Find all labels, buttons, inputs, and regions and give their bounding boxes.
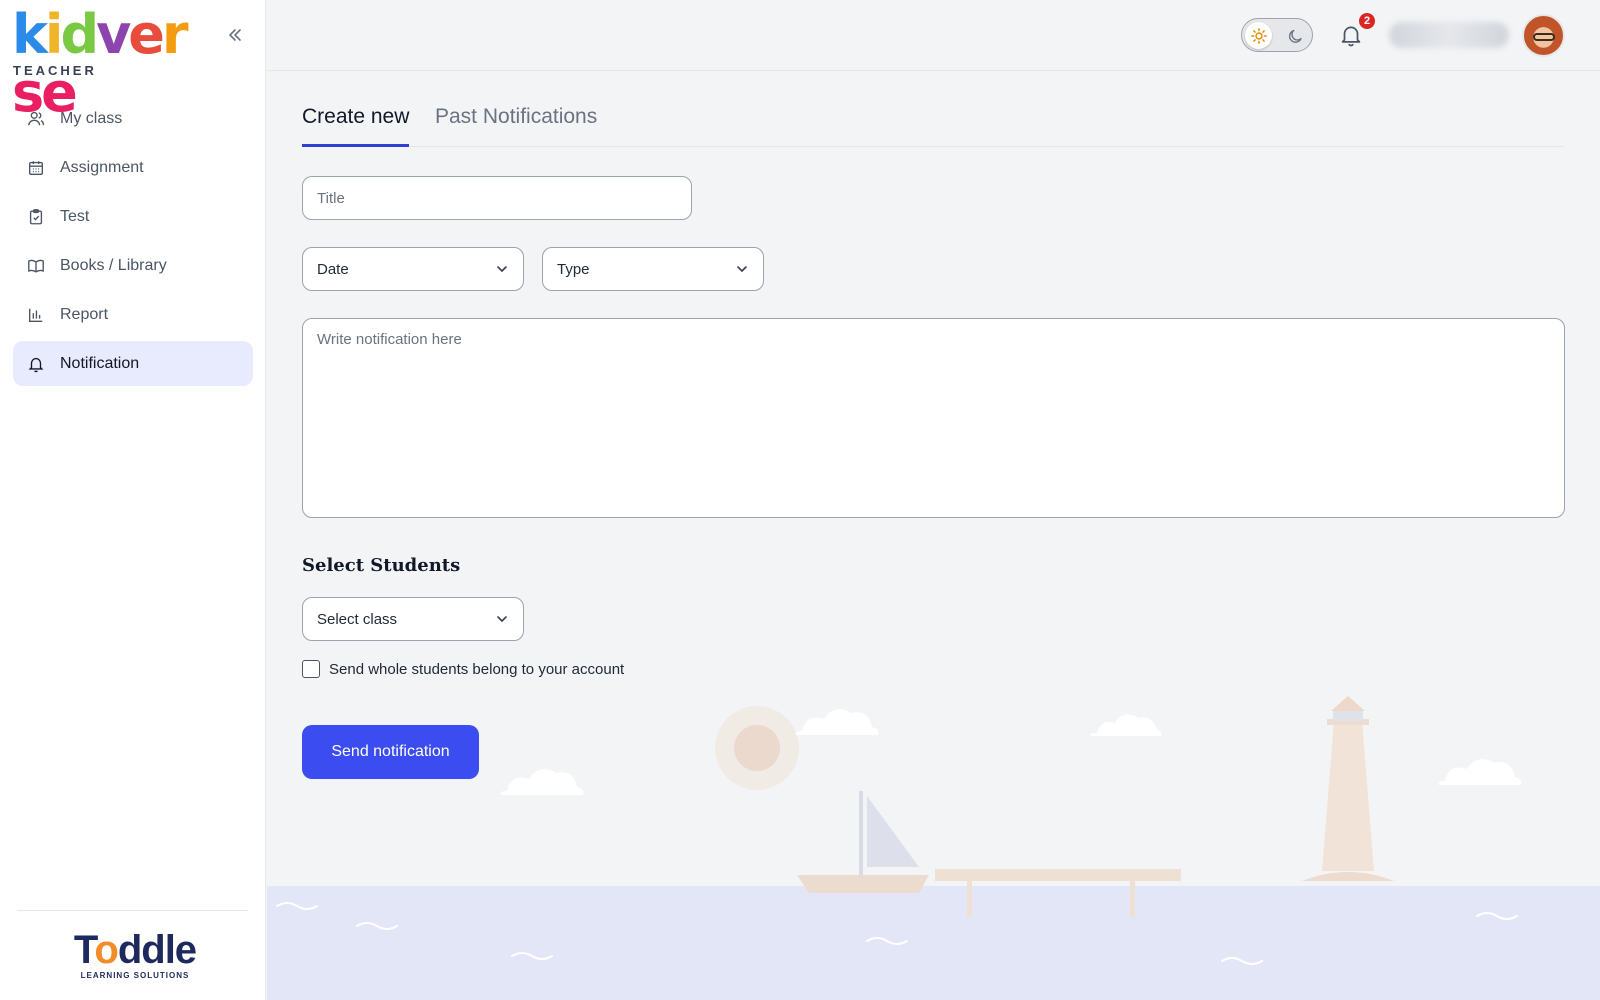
class-select[interactable]: Select class <box>302 597 524 641</box>
toddle-logo: Toddle LEARNING SOLUTIONS <box>70 930 200 980</box>
book-open-icon <box>26 256 46 276</box>
title-input[interactable]: Title <box>302 176 692 220</box>
sidebar-item-label: Test <box>60 207 90 225</box>
sidebar-item-label: Books / Library <box>60 256 167 274</box>
theme-knob <box>1245 22 1272 49</box>
clipboard-check-icon <box>26 207 46 227</box>
sidebar-divider <box>17 910 248 911</box>
top-header: 2 <box>267 0 1600 71</box>
sidebar: kidverse TEACHER My class Assignment Tes… <box>0 0 266 1000</box>
user-name-blurred[interactable] <box>1389 22 1509 48</box>
logo-letter: k <box>12 3 48 66</box>
send-all-students-label[interactable]: Send whole students belong to your accou… <box>329 661 624 678</box>
avatar[interactable] <box>1522 14 1565 57</box>
sidebar-item-test[interactable]: Test <box>13 194 253 239</box>
main-content: Create new Past Notifications Title Date… <box>267 71 1600 1000</box>
sun-icon <box>1250 27 1267 44</box>
sidebar-item-label: Assignment <box>60 158 144 176</box>
tab-create-new[interactable]: Create new <box>302 105 410 147</box>
sun-decoration <box>715 706 799 790</box>
select-students-heading: Select Students <box>302 555 461 576</box>
notification-message-textarea[interactable]: Write notification here <box>302 318 1565 518</box>
bar-chart-icon <box>26 305 46 325</box>
toddle-wordmark: Toddle <box>73 928 197 972</box>
waves <box>276 902 1518 965</box>
calendar-icon <box>26 158 46 178</box>
notification-count-badge: 2 <box>1357 11 1377 31</box>
logo-letter: e <box>128 3 165 66</box>
sidebar-item-report[interactable]: Report <box>13 292 253 337</box>
message-placeholder: Write notification here <box>317 331 462 348</box>
pier-decoration <box>935 869 1181 917</box>
bell-icon <box>26 354 46 374</box>
lighthouse-decoration <box>1302 696 1394 881</box>
double-chevron-left-icon <box>229 29 241 41</box>
sidebar-item-label: Report <box>60 305 109 323</box>
logo-subtitle: TEACHER <box>13 63 97 78</box>
sidebar-item-assignment[interactable]: Assignment <box>13 145 253 190</box>
send-all-students-row: Send whole students belong to your accou… <box>302 660 624 678</box>
sea <box>267 886 1600 1000</box>
sidebar-item-notification[interactable]: Notification <box>13 341 253 386</box>
sidebar-item-my-class[interactable]: My class <box>13 96 253 141</box>
chevron-down-icon <box>737 266 747 272</box>
title-placeholder: Title <box>317 189 345 207</box>
logo-letter: v <box>96 3 131 66</box>
sidebar-item-books-library[interactable]: Books / Library <box>13 243 253 288</box>
chevron-down-icon <box>497 266 507 272</box>
avatar-glasses <box>1533 33 1555 41</box>
clouds <box>500 709 1522 795</box>
date-select-label: Date <box>317 260 349 278</box>
moon-icon <box>1286 27 1304 45</box>
notification-tabs: Create new Past Notifications <box>302 105 1564 147</box>
boat-decoration <box>797 791 929 893</box>
logo-letter: r <box>161 3 189 66</box>
send-notification-button[interactable]: Send notification <box>302 725 479 779</box>
type-select-label: Type <box>557 260 590 278</box>
toddle-subtitle: LEARNING SOLUTIONS <box>80 971 190 980</box>
type-select[interactable]: Type <box>542 247 764 291</box>
sidebar-item-label: Notification <box>60 354 140 372</box>
collapse-sidebar-button[interactable] <box>224 24 246 46</box>
date-select[interactable]: Date <box>302 247 524 291</box>
sidebar-nav: My class Assignment Test Books / Library… <box>13 96 253 390</box>
logo-letter: i <box>44 3 63 66</box>
class-select-label: Select class <box>317 610 398 628</box>
kidverse-logo[interactable]: kidverse TEACHER <box>12 3 212 122</box>
chevron-down-icon <box>497 616 507 622</box>
send-all-students-checkbox[interactable] <box>302 660 320 678</box>
users-icon <box>26 109 46 129</box>
logo-letter: d <box>60 3 99 66</box>
tab-past-notifications[interactable]: Past Notifications <box>435 105 597 147</box>
sidebar-item-label: My class <box>60 109 123 127</box>
theme-toggle[interactable] <box>1241 18 1313 52</box>
